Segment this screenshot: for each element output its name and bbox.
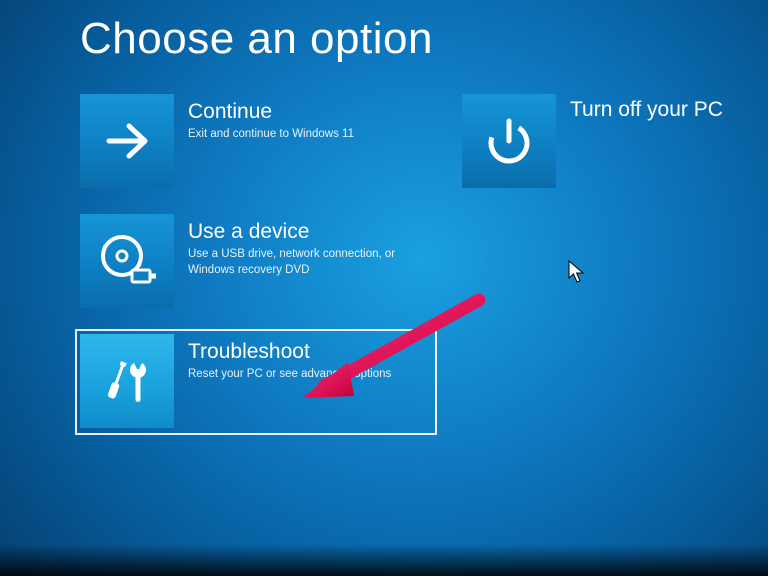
power-icon (462, 94, 556, 188)
tile-troubleshoot[interactable]: Troubleshoot Reset your PC or see advanc… (80, 334, 432, 430)
tile-use-device-desc: Use a USB drive, network connection, or … (188, 247, 422, 278)
arrow-right-icon (80, 94, 174, 188)
tile-troubleshoot-desc: Reset your PC or see advanced options (188, 367, 391, 383)
tile-continue[interactable]: Continue Exit and continue to Windows 11 (80, 94, 432, 190)
tile-use-device[interactable]: Use a device Use a USB drive, network co… (80, 214, 432, 310)
page-title: Choose an option (80, 14, 688, 64)
options-grid: Continue Exit and continue to Windows 11… (80, 94, 688, 430)
tile-continue-desc: Exit and continue to Windows 11 (188, 127, 354, 143)
tile-continue-title: Continue (188, 100, 354, 123)
tile-use-device-title: Use a device (188, 220, 422, 243)
disc-usb-icon (80, 214, 174, 308)
tile-troubleshoot-title: Troubleshoot (188, 340, 391, 363)
tools-icon (80, 334, 174, 428)
tile-turn-off[interactable]: Turn off your PC (462, 94, 742, 190)
tile-turn-off-title: Turn off your PC (570, 98, 723, 121)
